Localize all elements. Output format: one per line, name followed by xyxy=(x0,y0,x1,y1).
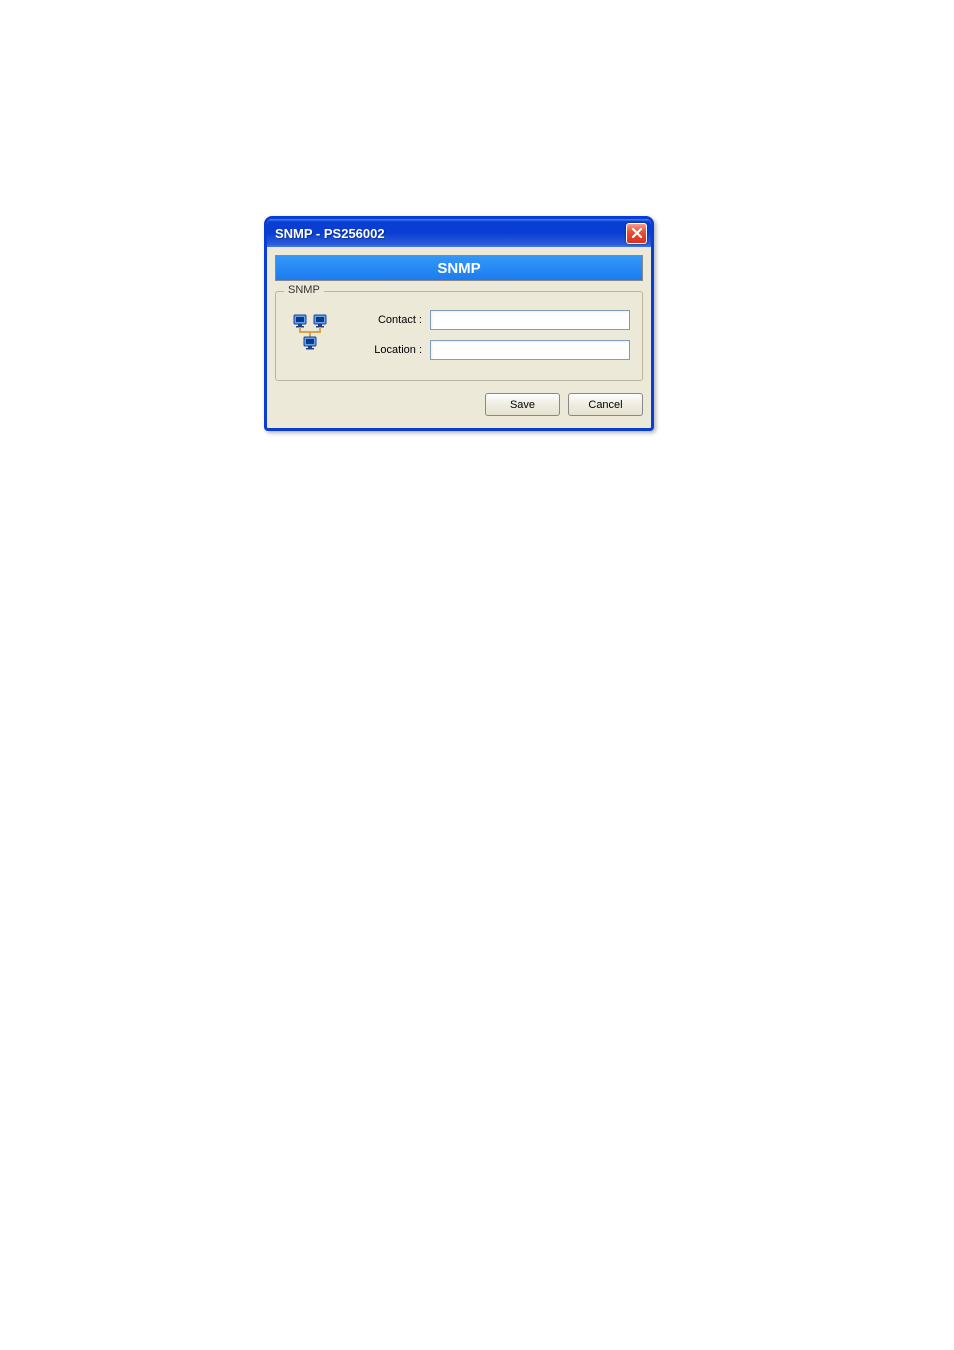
contact-label: Contact : xyxy=(352,314,422,326)
contact-input[interactable] xyxy=(430,310,630,330)
location-input[interactable] xyxy=(430,340,630,360)
form-rows: Contact : Location : xyxy=(352,310,630,360)
location-label: Location : xyxy=(352,344,422,356)
snmp-groupbox: SNMP xyxy=(275,291,643,381)
dialog-content: SNMP SNMP xyxy=(267,247,651,428)
close-icon xyxy=(631,227,643,239)
button-row: Save Cancel xyxy=(275,393,643,416)
group-content: Contact : Location : xyxy=(288,310,630,360)
network-icon xyxy=(292,312,332,352)
header-banner: SNMP xyxy=(275,255,643,281)
location-row: Location : xyxy=(352,340,630,360)
titlebar[interactable]: SNMP - PS256002 xyxy=(267,219,651,247)
groupbox-title: SNMP xyxy=(284,284,324,296)
cancel-button[interactable]: Cancel xyxy=(568,393,643,416)
titlebar-text: SNMP - PS256002 xyxy=(275,226,385,241)
save-button[interactable]: Save xyxy=(485,393,560,416)
contact-row: Contact : xyxy=(352,310,630,330)
header-banner-text: SNMP xyxy=(437,260,480,277)
snmp-dialog: SNMP - PS256002 SNMP SNMP xyxy=(264,216,654,431)
close-button[interactable] xyxy=(626,223,647,244)
